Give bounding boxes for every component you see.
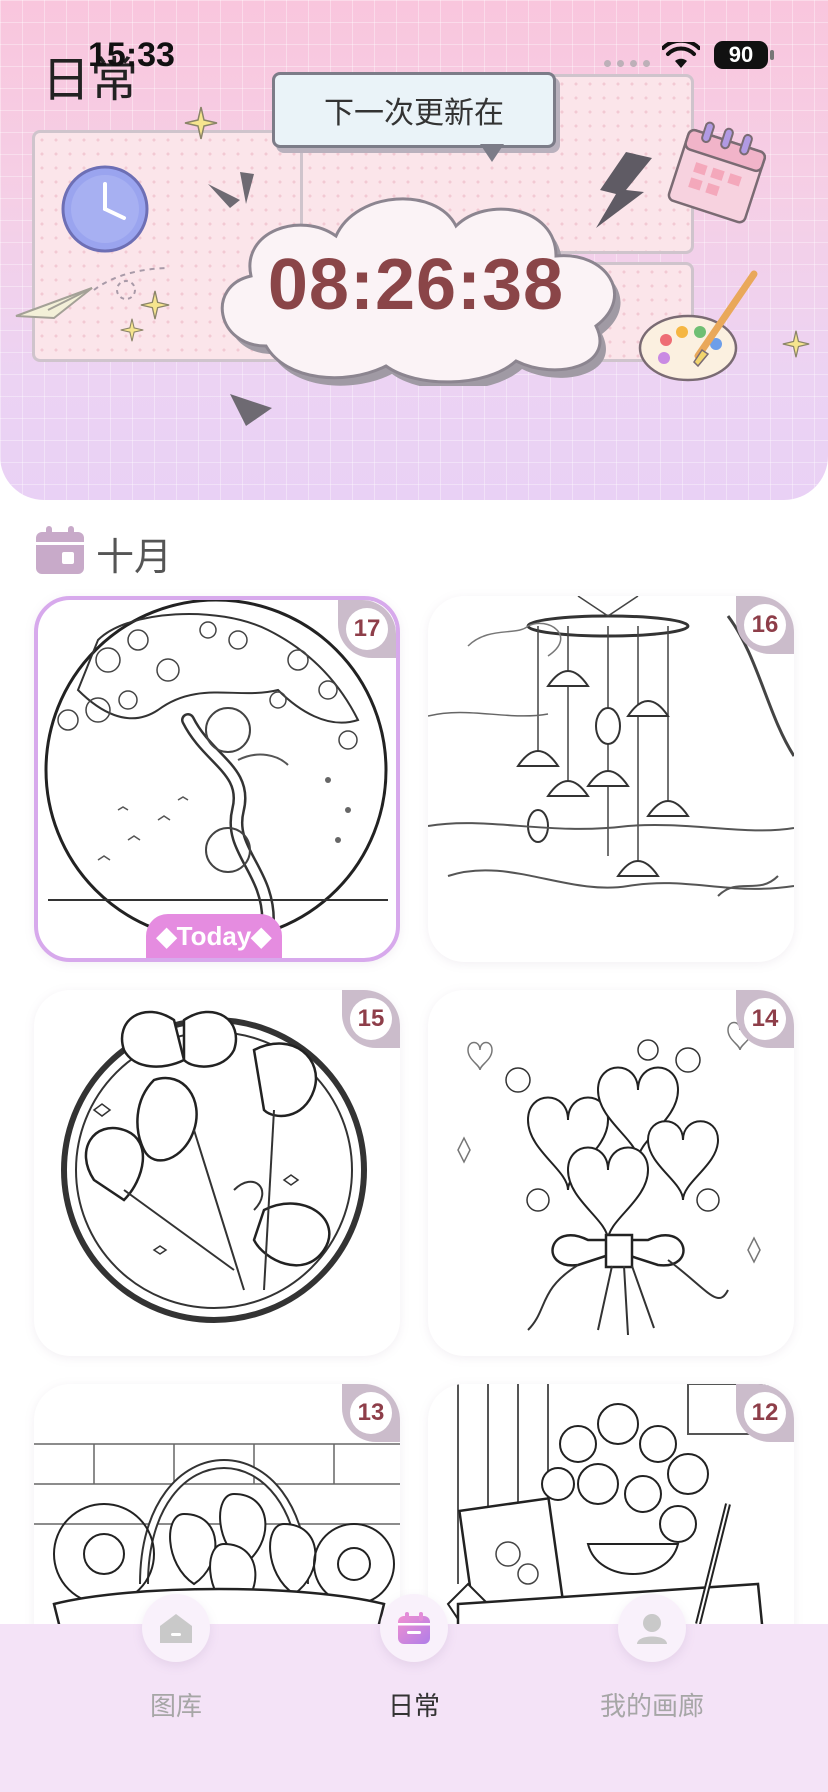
calendar-icon	[380, 1594, 448, 1662]
next-update-bubble: 下一次更新在	[272, 72, 556, 148]
day-number: 17	[346, 608, 388, 650]
next-update-label: 下一次更新在	[324, 96, 504, 131]
butterfly-wreath-artwork	[61, 1010, 367, 1323]
countdown-timer: 08:26:38	[267, 245, 565, 325]
day-number: 16	[744, 604, 786, 646]
profile-icon	[618, 1594, 686, 1662]
paper-plane-icon	[15, 287, 93, 320]
tab-gallery[interactable]: 图库	[76, 1594, 276, 1792]
sparkle-icon	[184, 106, 218, 140]
sparkle-icon	[782, 330, 810, 358]
battery-indicator: 90	[714, 41, 768, 69]
seashell-windchime-artwork	[428, 596, 794, 897]
clock-icon	[61, 165, 149, 253]
day-number: 15	[350, 998, 392, 1040]
calendar-icon	[36, 526, 84, 574]
daily-card-17[interactable]: 17 ◆Today◆	[34, 596, 400, 962]
tab-label: 我的画廊	[599, 1692, 704, 1722]
bubble-tail	[480, 144, 504, 162]
daily-card-14[interactable]: 14	[428, 990, 794, 1356]
calendar-illustration-icon	[667, 121, 767, 224]
burst-lines-icon	[230, 394, 272, 426]
sparkle-icon	[140, 290, 170, 320]
tab-my-gallery[interactable]: 我的画廊	[552, 1594, 752, 1792]
home-icon	[142, 1594, 210, 1662]
daily-card-16[interactable]: 16	[428, 596, 794, 962]
signal-icon	[604, 60, 650, 67]
wifi-icon	[662, 42, 700, 68]
palette-icon	[638, 270, 758, 382]
heart-bouquet-artwork	[457, 1021, 761, 1336]
day-number: 13	[350, 1392, 392, 1434]
sparkle-icon	[120, 318, 144, 342]
today-tag: ◆Today◆	[146, 914, 282, 958]
status-time: 15:33	[88, 36, 175, 74]
month-label: 十月	[96, 535, 173, 579]
day-number: 12	[744, 1392, 786, 1434]
header-banner: 下一次更新在 08:26:38 日常 15:33 90	[0, 0, 828, 500]
daily-page: 下一次更新在 08:26:38 日常 15:33 90 十月 17 ◆Today…	[0, 0, 828, 1792]
tab-label: 图库	[149, 1692, 202, 1722]
battery-cap	[770, 50, 774, 60]
day-number: 14	[744, 998, 786, 1040]
tree-moon-artwork	[44, 600, 388, 942]
tab-label: 日常	[387, 1692, 440, 1722]
daily-card-15[interactable]: 15	[34, 990, 400, 1356]
tab-daily[interactable]: 日常	[314, 1594, 514, 1792]
tab-bar: 图库 日常 我的画廊	[0, 1594, 828, 1792]
